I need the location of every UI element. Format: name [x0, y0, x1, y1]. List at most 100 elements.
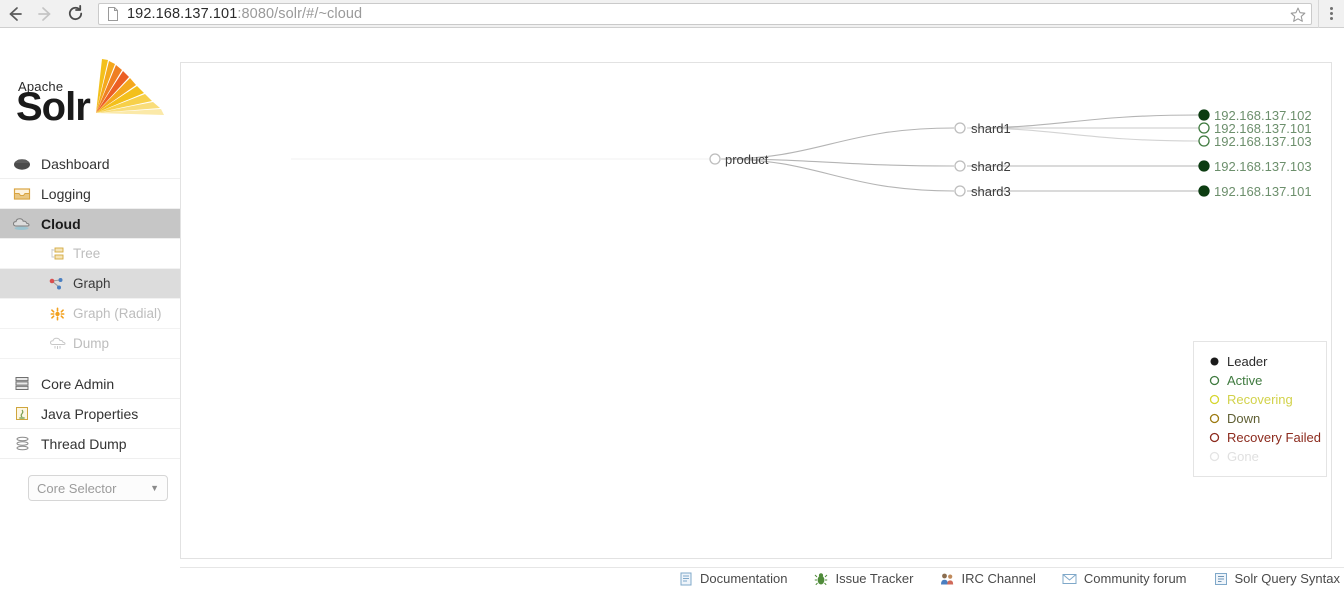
footer-links: Documentation Issue Tracker IRC Channel … [180, 567, 1344, 589]
url-host: 192.168.137.101 [127, 5, 238, 22]
graph-radial-icon [48, 306, 66, 322]
cloud-icon [12, 215, 32, 233]
legend-row-recovery-failed: Recovery Failed [1194, 428, 1326, 447]
back-arrow-icon [9, 6, 22, 21]
sidebar-label-dump: Dump [73, 336, 110, 351]
cloud-graph-panel: product shard1 shard2 shard3 192.168.137… [180, 62, 1332, 559]
reload-icon [68, 5, 82, 20]
legend-row-recovering: Recovering [1194, 390, 1326, 409]
footer-link-community-forum[interactable]: Community forum [1062, 571, 1187, 586]
graph-node-circle-shard3 [954, 185, 966, 197]
sidebar-item-cloud[interactable]: Cloud [0, 209, 180, 239]
graph-node-circle-product [709, 153, 721, 165]
graph-node-circle-shard2 [954, 160, 966, 172]
core-selector-label: Core Selector [37, 480, 117, 496]
graph-node-label-replica-4: 192.168.137.103 [1214, 159, 1312, 174]
graph-legend: Leader Active Recovering Down Recovery F… [1193, 341, 1327, 477]
footer-label-documentation: Documentation [700, 571, 788, 586]
sidebar-item-java-properties[interactable]: Java Properties [0, 399, 180, 429]
legend-marker-active [1208, 375, 1220, 386]
footer-link-irc-channel[interactable]: IRC Channel [939, 571, 1036, 586]
sidebar-item-logging[interactable]: Logging [0, 179, 180, 209]
footer-label-irc-channel: IRC Channel [961, 571, 1036, 586]
forward-arrow-icon [38, 6, 51, 21]
url-bar[interactable]: 192.168.137.101:8080/solr/#/~cloud [98, 2, 1312, 25]
bookmark-star-icon[interactable] [1289, 6, 1307, 24]
legend-label-active: Active [1227, 373, 1263, 388]
browser-toolbar: 192.168.137.101:8080/solr/#/~cloud [0, 0, 1344, 28]
legend-row-gone: Gone [1194, 447, 1326, 466]
documentation-icon [678, 572, 694, 586]
footer-link-documentation[interactable]: Documentation [678, 571, 787, 586]
tree-icon [48, 246, 66, 262]
footer-link-issue-tracker[interactable]: Issue Tracker [813, 571, 913, 586]
graph-node-replica-4[interactable]: 192.168.137.103 [1198, 159, 1312, 174]
graph-node-circle-replica-2 [1198, 122, 1210, 134]
solr-admin-page: Apache Solr Dashboard Logging Cloud Tree… [0, 29, 1344, 586]
legend-marker-gone [1208, 451, 1220, 462]
legend-label-leader: Leader [1227, 354, 1268, 369]
footer-label-issue-tracker: Issue Tracker [835, 571, 914, 586]
sidebar: Apache Solr Dashboard Logging Cloud Tree… [0, 29, 180, 559]
sidebar-item-graph[interactable]: Graph [0, 269, 180, 299]
sidebar-label-cloud: Cloud [41, 215, 81, 232]
legend-marker-leader [1208, 356, 1220, 367]
graph-node-circle-replica-1 [1198, 109, 1210, 121]
graph-node-label-shard2: shard2 [971, 159, 1011, 174]
sidebar-item-dump[interactable]: Dump [0, 329, 180, 359]
legend-marker-down [1208, 413, 1220, 424]
footer-link-solr-query-syntax[interactable]: Solr Query Syntax [1213, 571, 1341, 586]
legend-label-recovery-failed: Recovery Failed [1227, 430, 1321, 445]
dashboard-icon [12, 155, 32, 173]
legend-row-leader: Leader [1194, 352, 1326, 371]
sidebar-divider [0, 359, 180, 369]
page-document-icon [108, 6, 118, 21]
graph-node-shard2[interactable]: shard2 [954, 159, 1011, 174]
graph-node-label-shard3: shard3 [971, 184, 1011, 199]
query-syntax-icon [1213, 572, 1229, 586]
legend-row-active: Active [1194, 371, 1326, 390]
sidebar-item-core-admin[interactable]: Core Admin [0, 369, 180, 399]
irc-channel-icon [939, 572, 955, 586]
legend-label-recovering: Recovering [1227, 392, 1293, 407]
sidebar-label-graph-radial: Graph (Radial) [73, 306, 162, 321]
graph-node-circle-replica-3 [1198, 135, 1210, 147]
cloud-graph[interactable]: product shard1 shard2 shard3 192.168.137… [181, 63, 1331, 558]
reload-button[interactable] [60, 0, 90, 28]
sidebar-item-tree[interactable]: Tree [0, 239, 180, 269]
graph-node-replica-3[interactable]: 192.168.137.103 [1198, 134, 1312, 149]
back-button[interactable] [0, 0, 30, 28]
url-path: :8080/solr/#/~cloud [237, 5, 363, 22]
solr-logo-fan-icon [96, 59, 164, 115]
legend-marker-recovery-failed [1208, 432, 1220, 443]
sidebar-label-graph: Graph [73, 276, 111, 291]
legend-label-gone: Gone [1227, 449, 1259, 464]
core-admin-icon [12, 375, 32, 393]
logging-icon [12, 185, 32, 203]
sidebar-item-graph-radial[interactable]: Graph (Radial) [0, 299, 180, 329]
sidebar-label-dashboard: Dashboard [41, 155, 110, 172]
browser-menu-icon-dot2 [1330, 12, 1333, 15]
sidebar-label-core-admin: Core Admin [41, 375, 115, 392]
graph-node-replica-5[interactable]: 192.168.137.101 [1198, 184, 1312, 199]
sidebar-item-thread-dump[interactable]: Thread Dump [0, 429, 180, 459]
thread-dump-icon [12, 435, 32, 453]
graph-node-shard3[interactable]: shard3 [954, 184, 1011, 199]
graph-node-product[interactable]: product [709, 152, 769, 167]
footer-label-solr-query-syntax: Solr Query Syntax [1234, 571, 1341, 586]
core-selector-dropdown[interactable]: Core Selector ▼ [28, 475, 168, 501]
sidebar-label-tree: Tree [73, 246, 101, 261]
forward-button[interactable] [30, 0, 60, 28]
legend-marker-recovering [1208, 394, 1220, 405]
sidebar-item-dashboard[interactable]: Dashboard [0, 149, 180, 179]
footer-label-community-forum: Community forum [1083, 571, 1187, 586]
logo-solr-text: Solr [16, 85, 91, 129]
graph-node-shard1[interactable]: shard1 [954, 121, 1011, 136]
graph-node-label-replica-5: 192.168.137.101 [1214, 184, 1312, 199]
browser-menu-button[interactable] [1318, 0, 1344, 28]
issue-tracker-icon [813, 572, 829, 586]
sidebar-label-logging: Logging [41, 185, 91, 202]
url-text: 192.168.137.101:8080/solr/#/~cloud [127, 6, 362, 22]
solr-logo[interactable]: Apache Solr [16, 57, 166, 127]
graph-node-circle-replica-4 [1198, 160, 1210, 172]
